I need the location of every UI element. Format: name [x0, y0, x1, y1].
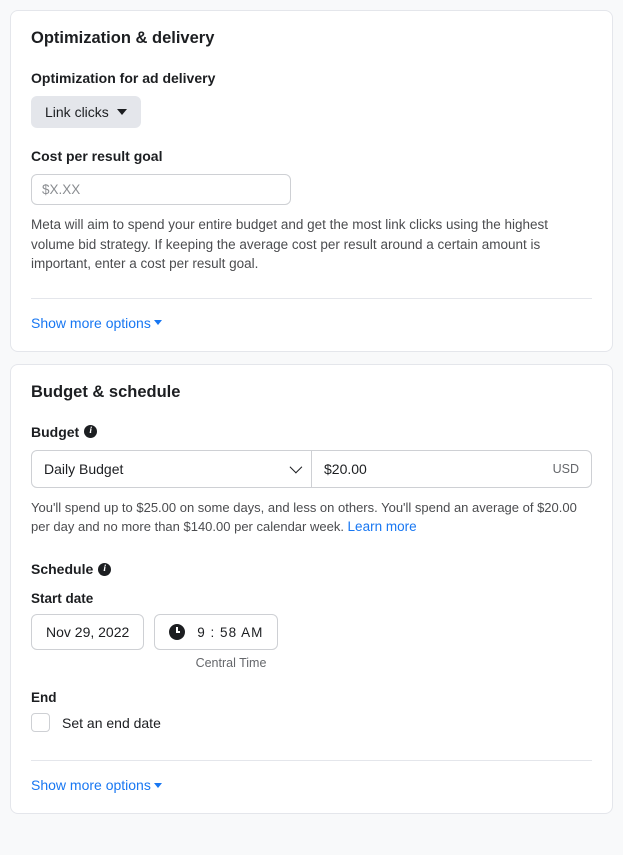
datetime-row: Nov 29, 2022 9 : 58 AM: [31, 614, 592, 650]
budget-amount-input[interactable]: [324, 461, 424, 477]
show-more-options-link[interactable]: Show more options: [31, 777, 162, 793]
optimization-delivery-card: Optimization & delivery Optimization for…: [10, 10, 613, 352]
show-more-options-link[interactable]: Show more options: [31, 315, 162, 331]
ad-delivery-field: Optimization for ad delivery Link clicks: [31, 70, 592, 128]
budget-type-select[interactable]: Daily Budget: [32, 451, 312, 487]
budget-label: Budget i: [31, 424, 592, 440]
info-icon[interactable]: i: [84, 425, 97, 438]
chevron-down-icon: [154, 783, 162, 788]
ad-delivery-value: Link clicks: [45, 104, 109, 120]
clock-icon: [169, 624, 185, 640]
ad-delivery-label: Optimization for ad delivery: [31, 70, 592, 86]
end-label: End: [31, 690, 592, 705]
ad-delivery-dropdown[interactable]: Link clicks: [31, 96, 141, 128]
budget-help: You'll spend up to $25.00 on some days, …: [31, 498, 592, 538]
start-date-label: Start date: [31, 591, 592, 606]
chevron-down-icon: [290, 461, 303, 474]
end-field: End Set an end date: [31, 690, 592, 732]
cost-goal-field: Cost per result goal Meta will aim to sp…: [31, 148, 592, 274]
optimization-title: Optimization & delivery: [31, 29, 592, 48]
timezone-label: Central Time: [175, 656, 287, 670]
end-date-checkbox[interactable]: [31, 713, 50, 732]
cost-goal-help: Meta will aim to spend your entire budge…: [31, 215, 592, 274]
chevron-down-icon: [117, 109, 127, 115]
chevron-down-icon: [154, 320, 162, 325]
cost-goal-label: Cost per result goal: [31, 148, 592, 164]
start-date-field: Start date Nov 29, 2022 9 : 58 AM Centra…: [31, 591, 592, 670]
divider: [31, 760, 592, 761]
schedule-label: Schedule i: [31, 561, 592, 577]
budget-currency: USD: [553, 462, 579, 476]
cost-goal-input[interactable]: [31, 174, 291, 205]
end-checkbox-row: Set an end date: [31, 713, 592, 732]
budget-field: Budget i Daily Budget USD You'll spend u…: [31, 424, 592, 538]
budget-row: Daily Budget USD: [31, 450, 592, 488]
budget-title: Budget & schedule: [31, 383, 592, 402]
end-date-checkbox-label: Set an end date: [62, 715, 161, 731]
start-time-input[interactable]: 9 : 58 AM: [154, 614, 278, 650]
info-icon[interactable]: i: [98, 563, 111, 576]
divider: [31, 298, 592, 299]
budget-schedule-card: Budget & schedule Budget i Daily Budget …: [10, 364, 613, 815]
learn-more-link[interactable]: Learn more: [348, 519, 417, 534]
budget-amount-wrapper: USD: [312, 451, 591, 487]
start-date-input[interactable]: Nov 29, 2022: [31, 614, 144, 650]
